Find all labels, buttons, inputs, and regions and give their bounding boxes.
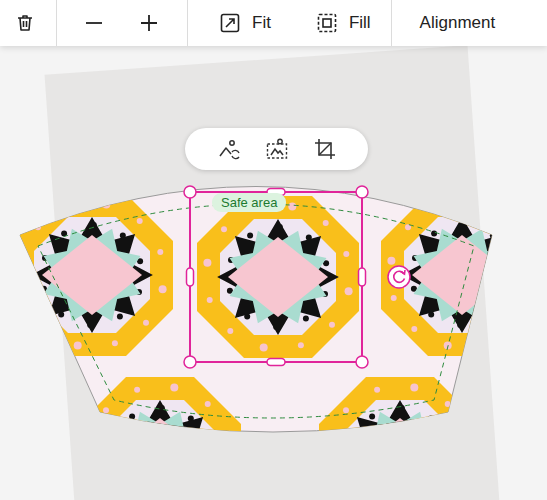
button-label: Fill (349, 13, 371, 33)
corner-handle[interactable] (356, 186, 368, 198)
plus-icon (139, 13, 159, 33)
selection-box[interactable] (184, 186, 410, 368)
toolbar: Fit Fill Alignment (0, 0, 547, 46)
editor: Fit Fill Alignment Safe area (0, 0, 547, 500)
pattern-motif (381, 194, 543, 356)
replace-image-icon (217, 137, 241, 161)
zoom-in-button[interactable] (129, 13, 169, 33)
edge-handle[interactable] (267, 359, 285, 366)
toolbar-separator (187, 0, 188, 46)
replace-image-button[interactable] (217, 137, 241, 161)
pattern-motif (197, 196, 359, 358)
remove-background-icon (265, 137, 289, 161)
toolbar-group: Alignment (392, 0, 508, 46)
trash-icon (15, 13, 35, 33)
remove-background-button[interactable] (265, 137, 289, 161)
fit-icon (220, 13, 240, 33)
toolbar-separator (391, 0, 392, 46)
context-toolbar (185, 128, 368, 170)
fill-button[interactable]: Fill (317, 13, 371, 33)
canvas: Safe area (0, 46, 547, 500)
corner-handle[interactable] (184, 356, 196, 368)
rotate-icon[interactable] (388, 266, 410, 288)
fit-button[interactable]: Fit (220, 13, 271, 33)
minus-icon (84, 13, 104, 33)
zoom-out-button[interactable] (74, 13, 114, 33)
cup-wrap-design[interactable] (0, 46, 547, 500)
crop-icon (313, 137, 337, 161)
toolbar-group (0, 0, 56, 46)
button-label: Fit (252, 13, 271, 33)
safe-area-label: Safe area (212, 193, 286, 212)
safe-area-outline (38, 204, 474, 418)
alignment-button[interactable]: Alignment (420, 13, 496, 33)
fill-icon (317, 13, 337, 33)
edge-handle[interactable] (187, 268, 194, 286)
edge-handle[interactable] (359, 268, 366, 286)
toolbar-separator (56, 0, 57, 46)
pattern-motif (11, 194, 173, 356)
corner-handle[interactable] (356, 356, 368, 368)
pattern-motif (79, 377, 241, 500)
pattern-motif (319, 377, 481, 500)
crop-button[interactable] (313, 137, 337, 161)
toolbar-group: Fit Fill (188, 0, 391, 46)
delete-button[interactable] (15, 13, 35, 33)
corner-handle[interactable] (184, 186, 196, 198)
button-label: Alignment (420, 13, 496, 33)
toolbar-group (57, 0, 187, 46)
